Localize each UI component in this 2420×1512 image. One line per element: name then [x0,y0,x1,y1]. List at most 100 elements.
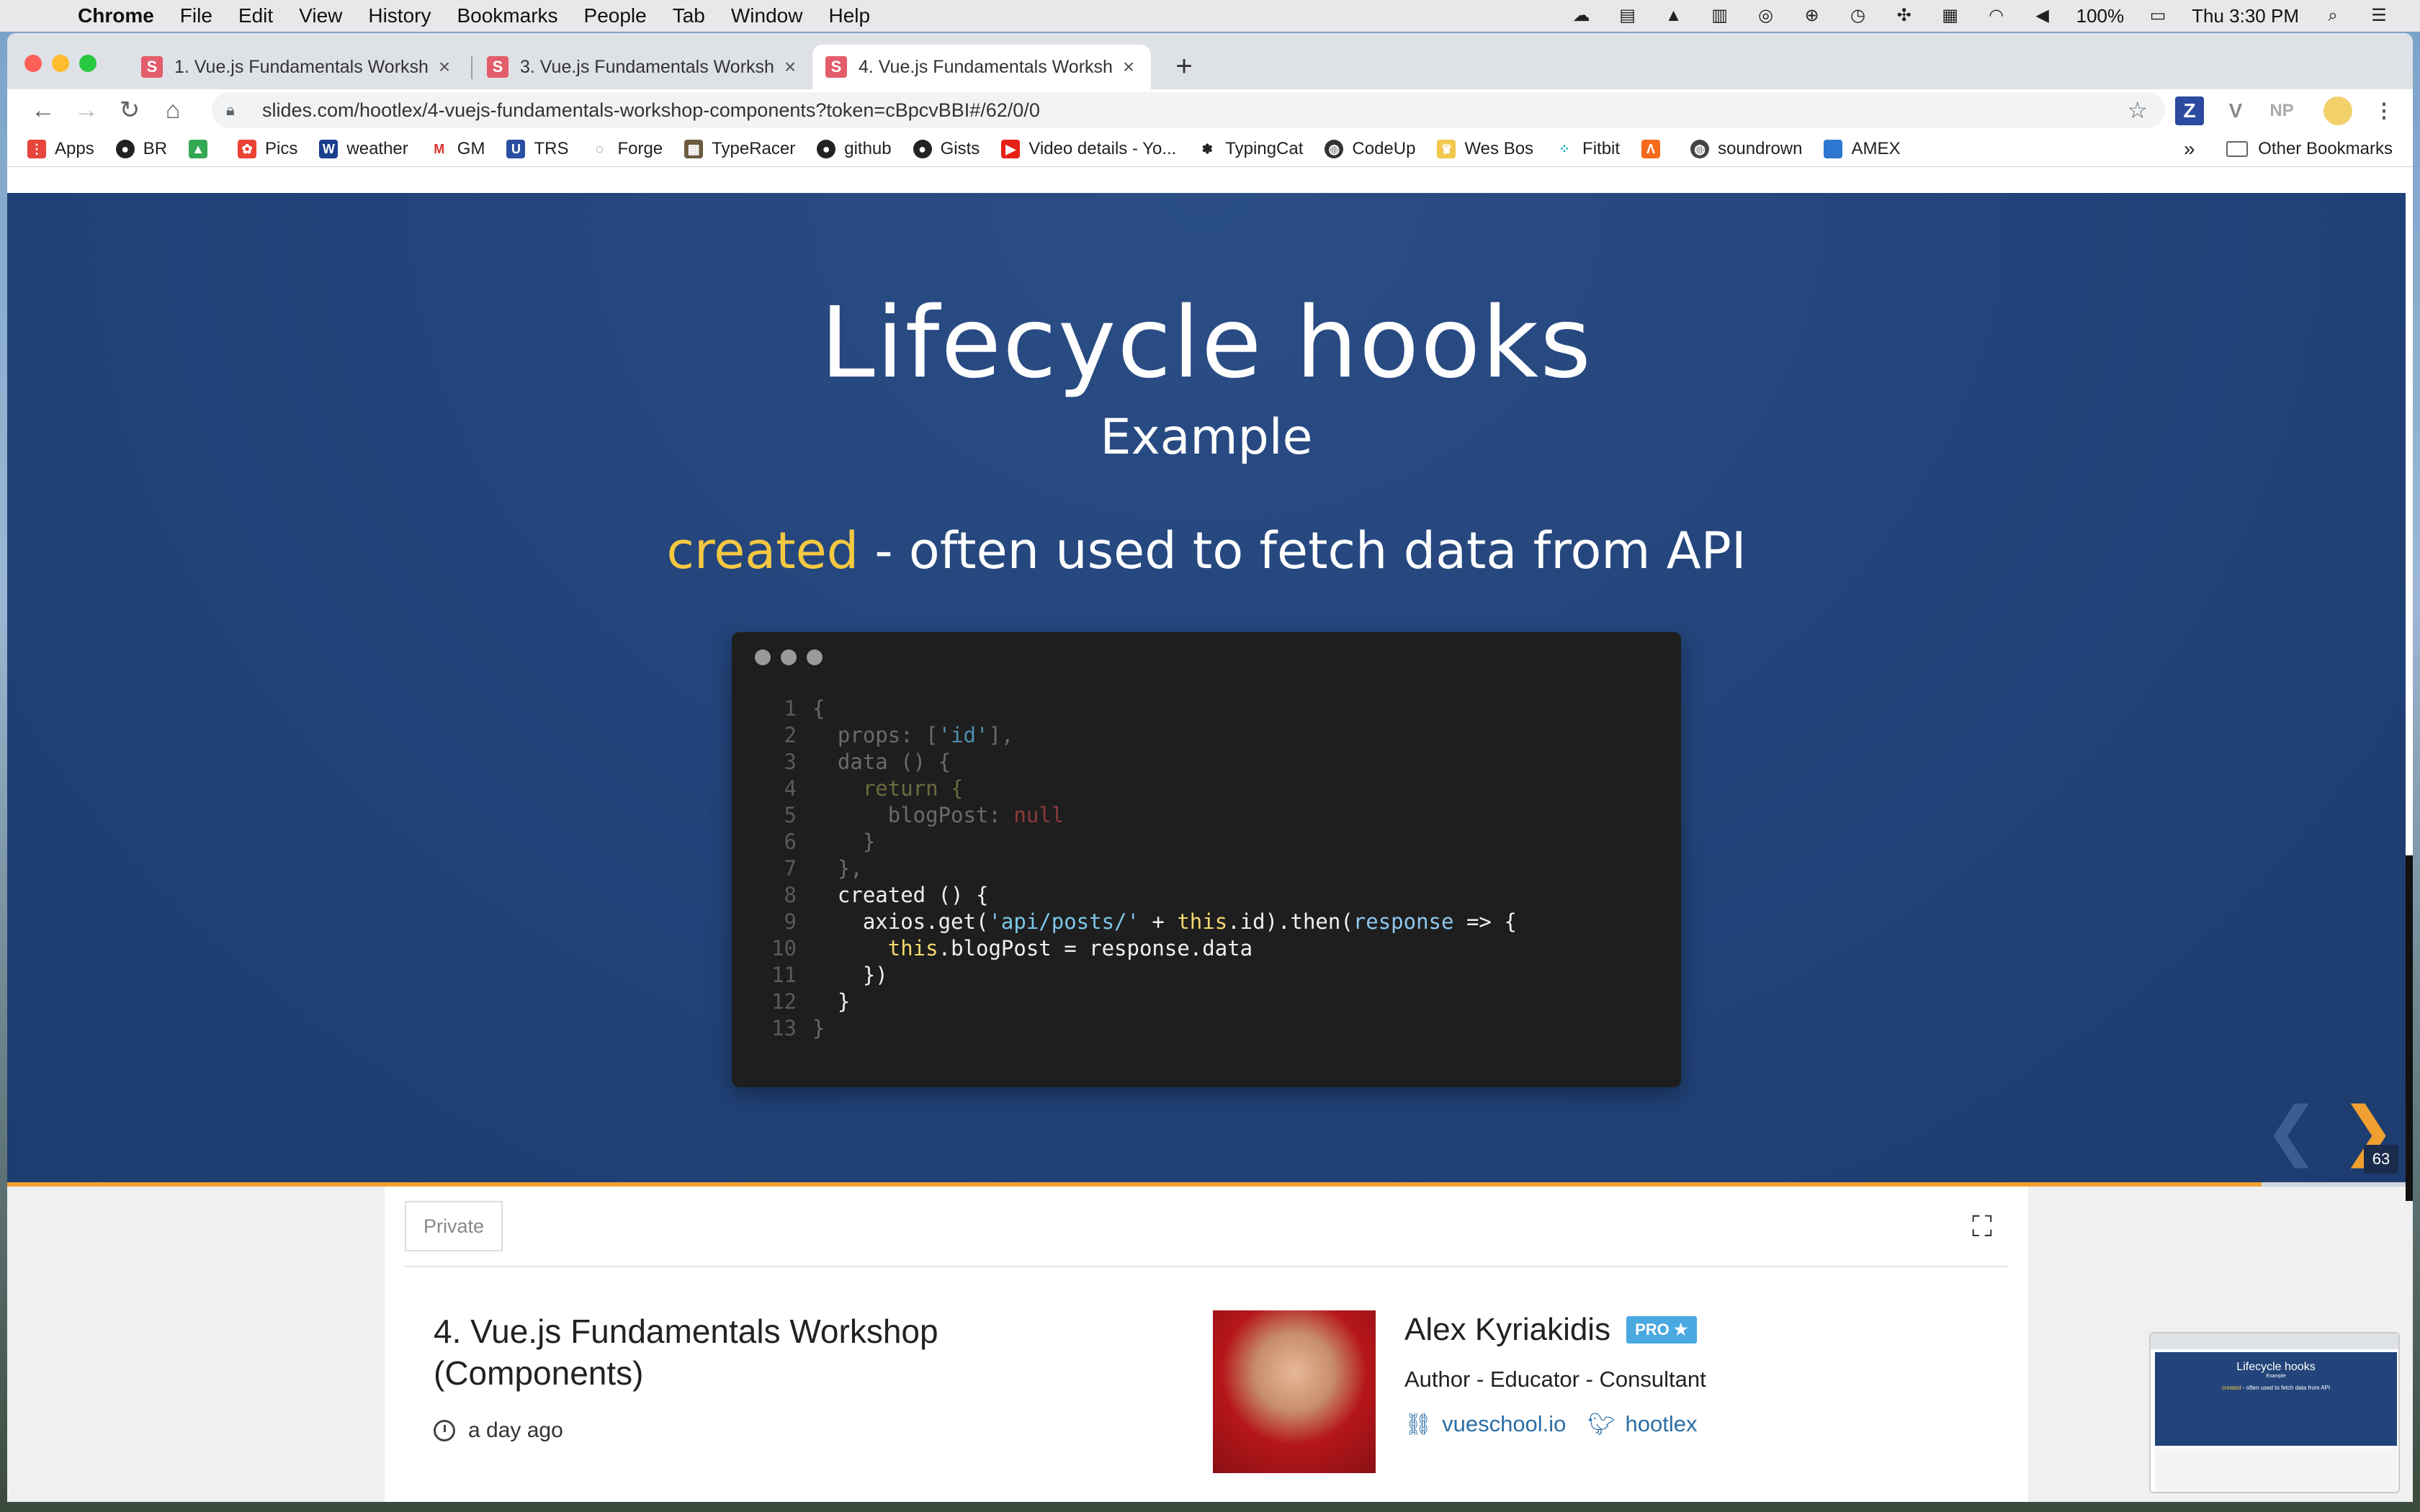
istat-icon[interactable]: ▥ [1708,6,1732,26]
tab-3[interactable]: S 3. Vue.js Fundamentals Worksh × [474,45,812,89]
bookmark-amex[interactable]: AMEX [1824,139,1901,159]
back-arrow-icon[interactable]: ← [22,96,65,125]
bookmark-gists[interactable]: ● Gists [913,139,980,159]
bookmarks-overflow-icon[interactable]: » [2184,138,2195,161]
new-tab-icon[interactable]: + [1168,50,1200,83]
menu-clock[interactable]: Thu 3:30 PM [2192,5,2299,27]
private-button[interactable]: Private [405,1201,503,1251]
tab-4-active[interactable]: S 4. Vue.js Fundamentals Worksh × [812,45,1151,89]
bookmark-forge[interactable]: ◌ Forge [590,139,663,159]
tab-1[interactable]: S 1. Vue.js Fundamentals Worksh × [128,45,467,89]
bookmark-wes-bos[interactable]: ♛ Wes Bos [1437,139,1533,159]
globe-icon: ◍ [1690,139,1710,158]
reload-icon[interactable]: ↻ [108,96,151,125]
typeracer-icon: ▦ [684,139,704,158]
menu-history[interactable]: History [368,4,431,27]
menu-help[interactable]: Help [828,4,870,27]
menu-bookmarks[interactable]: Bookmarks [457,4,557,27]
website-link[interactable]: ⛓ vueschool.io [1404,1411,1566,1437]
extension-v-icon[interactable]: V [2221,96,2250,125]
other-bookmarks-label: Other Bookmarks [2258,138,2393,158]
menu-app-name[interactable]: Chrome [78,4,154,27]
bookmark-label: Wes Bos [1464,138,1534,158]
bookmark-codeup[interactable]: ◍ CodeUp [1325,139,1415,159]
previous-slide-icon[interactable]: ❮ [2264,1093,2318,1169]
bookmark-typingcat[interactable]: ✽ TypingCat [1198,139,1303,159]
bookmark-weather[interactable]: Wweather [319,139,408,159]
link-icon: ⛓ [1404,1412,1433,1436]
close-window-button[interactable] [24,55,42,72]
spotlight-icon[interactable]: ⌕ [2321,6,2345,26]
home-icon[interactable]: ⌂ [151,96,194,125]
extension-np-icon[interactable]: NP [2267,96,2296,125]
menu-view[interactable]: View [299,4,342,27]
notification-center-icon[interactable]: ☰ [2367,6,2391,26]
author-name[interactable]: Alex Kyriakidis [1404,1312,1610,1348]
bookmark-strava[interactable]: Λ [1641,139,1669,158]
tab-close-icon[interactable]: × [1119,55,1138,78]
network-icon[interactable]: ✣ [1892,6,1917,26]
deck-info-card: Private ⛶ 4. Vue.js Fundamentals Worksho… [385,1187,2028,1502]
slide-description: created - often used to fetch data from … [7,521,2406,580]
wifi-icon[interactable]: ◠ [1984,6,2009,26]
menu-edit[interactable]: Edit [238,4,273,27]
screenshot-thumbnail[interactable]: Lifecycle hooks Example created - often … [2149,1332,2400,1493]
bookmark-gm[interactable]: M GM [429,139,485,159]
bookmark-star-icon[interactable]: ☆ [2127,96,2148,124]
adobe-icon[interactable]: ▲ [1662,6,1686,26]
twitter-link[interactable]: 🐦︎ hootlex [1587,1411,1697,1437]
bookmark-br[interactable]: ● BR [115,139,167,159]
line-number: 5 [784,803,797,827]
profile-avatar-icon[interactable] [2323,96,2352,125]
tab-title: 3. Vue.js Fundamentals Worksh [520,56,774,77]
creative-cloud-icon[interactable]: ☁ [1569,6,1594,26]
bookmark-video-details[interactable]: ▶ Video details - Yo... [1001,139,1176,159]
code-text: data () { [812,750,951,774]
pro-badge: PRO ★ [1626,1316,1697,1344]
menu-window[interactable]: Window [731,4,803,27]
menu-people[interactable]: People [584,4,647,27]
thumbnail-description-text: - often used to fetch data from API [2241,1385,2331,1391]
strava-icon: Λ [1641,139,1661,158]
bookmark-apps[interactable]: ⋮ Apps [27,139,94,159]
bookmark-typeracer[interactable]: ▦ TypeRacer [684,139,795,159]
code-lines: 1{2 props: ['id'], 3 data () {4 return {5… [753,696,1517,1042]
volume-icon[interactable]: ◀ [2030,6,2055,26]
lock-icon[interactable]: 🔒︎ [226,101,248,120]
other-bookmarks[interactable]: Other Bookmarks [2226,139,2393,159]
line-number: 2 [784,723,797,747]
menu-file[interactable]: File [180,4,212,27]
extension-z-icon[interactable]: Z [2175,96,2204,125]
zoom-window-button[interactable] [79,55,97,72]
battery-icon[interactable]: ▭ [2146,6,2170,26]
bookmark-fitbit[interactable]: ⁘ Fitbit [1555,139,1620,159]
presentation-slide[interactable]: Lifecycle hooks Example created - often … [7,193,2406,1184]
bookmark-trs[interactable]: U TRS [506,139,568,159]
deck-timestamp: a day ago [434,1418,563,1443]
keyboard-icon[interactable]: ▦ [1938,6,1963,26]
code-text: blogPost: null [812,803,1065,827]
tab-close-icon[interactable]: × [781,55,799,78]
time-machine-icon[interactable]: ◷ [1846,6,1870,26]
forward-arrow-icon[interactable]: → [65,96,108,125]
address-bar[interactable]: 🔒︎ slides.com/hootlex/4-vuejs-fundamenta… [212,92,2165,128]
bookmark-pics[interactable]: ✿ Pics [238,139,297,159]
bookmark-soundrown[interactable]: ◍ soundrown [1690,139,1802,159]
bookmark-drive[interactable]: ▲ [189,139,216,158]
author-avatar[interactable] [1213,1310,1376,1473]
address-url[interactable]: slides.com/hootlex/4-vuejs-fundamentals-… [262,99,1040,122]
code-line: 10 this.blogPost = response.data [753,935,1517,962]
docker-icon[interactable]: ▤ [1615,6,1640,26]
chrome-menu-icon[interactable]: ⋮ [2370,96,2398,125]
menu-tab[interactable]: Tab [673,4,705,27]
slide-keyword: created [666,521,859,580]
bookmark-github[interactable]: ● github [817,139,892,159]
line-number: 11 [771,963,797,987]
minimize-window-button[interactable] [52,55,69,72]
bookmark-label: TypeRacer [712,138,796,158]
fullscreen-icon[interactable]: ⛶ [1972,1211,1992,1243]
tab-close-icon[interactable]: × [435,55,454,78]
accessibility-icon[interactable]: ⊕ [1800,6,1824,26]
glasses-icon[interactable]: ◎ [1754,6,1778,26]
page-scrollbar[interactable] [2406,855,2413,1201]
